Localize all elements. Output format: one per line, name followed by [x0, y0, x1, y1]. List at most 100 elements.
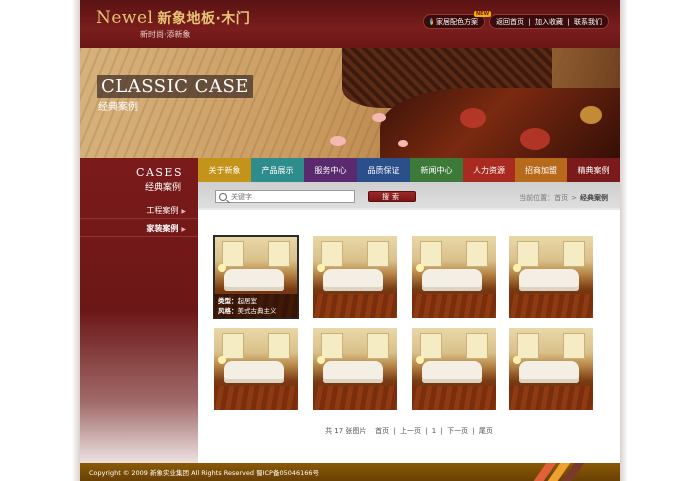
pager-last[interactable]: 尾页 [479, 427, 493, 435]
search-field [215, 190, 355, 203]
page-shadow-right [620, 0, 628, 481]
thumb-lamp [317, 264, 325, 272]
thumb-window [420, 241, 442, 267]
case-thumbnail[interactable] [412, 328, 496, 410]
banner-title: CLASSIC CASE [97, 75, 253, 98]
pager-prev[interactable]: 上一页 [400, 427, 421, 435]
thumb-floor [214, 386, 298, 410]
thumb-sofa [422, 361, 482, 383]
thumb-window [222, 241, 244, 267]
search-button[interactable]: 搜索 [368, 191, 416, 202]
page-shadow-left [72, 0, 80, 481]
case-style-value: 美式古典主义 [237, 307, 277, 315]
nav-item-products[interactable]: 产品展示 [251, 158, 304, 182]
sidebar-item-engineering-cases[interactable]: 工程案例 ▶ [146, 205, 186, 216]
palette-icon [430, 18, 433, 25]
banner-petal-decoration [330, 136, 346, 146]
thumb-lamp [416, 356, 424, 364]
link-separator: | [567, 17, 570, 26]
sidebar-title-en: CASES [136, 166, 183, 179]
logo-cn: 新象地板·木门 [157, 11, 251, 27]
arrow-right-icon: ▶ [181, 226, 186, 233]
main-nav: 关于新象 产品展示 服务中心 品质保证 新闻中心 人力资源 招商加盟 精典案例 [198, 158, 620, 182]
thumb-lamp [416, 264, 424, 272]
case-thumbnail[interactable] [313, 236, 397, 318]
nav-item-service[interactable]: 服务中心 [304, 158, 357, 182]
thumb-floor [509, 386, 593, 410]
nav-item-about[interactable]: 关于新象 [198, 158, 251, 182]
case-thumbnail[interactable] [412, 236, 496, 318]
thumb-sofa [422, 269, 482, 291]
home-link[interactable]: 返回首页 [496, 17, 524, 27]
thumb-window [268, 241, 290, 267]
thumb-lamp [513, 356, 521, 364]
search-icon [219, 192, 227, 201]
add-favorite-link[interactable]: 加入收藏 [535, 17, 563, 27]
thumb-sofa [519, 361, 579, 383]
nav-item-hr[interactable]: 人力资源 [463, 158, 515, 182]
pager-next[interactable]: 下一页 [447, 427, 468, 435]
thumb-lamp [218, 356, 226, 364]
pager-first[interactable]: 首页 [375, 427, 389, 435]
thumb-window [466, 333, 488, 359]
search-bar: 搜索 当前位置：首页>经典案例 [198, 182, 620, 210]
thumb-sofa [323, 361, 383, 383]
thumb-window [268, 333, 290, 359]
thumb-window [563, 241, 585, 267]
banner-subtitle: 经典案例 [98, 102, 138, 113]
thumb-window [420, 333, 442, 359]
nav-item-franchise[interactable]: 招商加盟 [515, 158, 567, 182]
banner-flower-decoration [460, 108, 486, 128]
site-logo[interactable]: Newel 新象地板·木门 [96, 8, 250, 28]
sidebar-item-home-decoration-cases[interactable]: 家装案例 ▶ [146, 223, 186, 234]
sidebar-item-label: 工程案例 [146, 206, 179, 215]
thumb-floor [509, 294, 593, 318]
pager-separator: | [425, 427, 428, 435]
nav-item-quality[interactable]: 品质保证 [357, 158, 410, 182]
thumb-window [517, 241, 539, 267]
breadcrumb-home-link[interactable]: 首页 [554, 194, 568, 202]
page-container: Newel 新象地板·木门 新时尚·添新象 家居配色方案 NEW 返回首页 | 加… [80, 0, 620, 481]
thumb-lamp [218, 264, 226, 272]
thumb-sofa [323, 269, 383, 291]
nav-item-news[interactable]: 新闻中心 [410, 158, 463, 182]
pager-separator: | [393, 427, 396, 435]
thumb-floor [412, 386, 496, 410]
banner-cloth-image [380, 88, 620, 158]
thumb-window [563, 333, 585, 359]
chevron-right-icon: > [571, 194, 577, 202]
case-type-value: 起居室 [237, 297, 258, 305]
thumb-sofa [224, 361, 284, 383]
arrow-right-icon: ▶ [181, 208, 186, 215]
case-thumbnail[interactable] [509, 236, 593, 318]
case-gallery: 类型：起居室 风格：美式古典主义 共 17 张图片 首页 | 上一页 | 1 |… [198, 212, 620, 463]
sidebar-title-cn: 经典案例 [144, 183, 181, 193]
case-thumbnail[interactable] [214, 328, 298, 410]
logo-en: Newel [96, 8, 154, 28]
breadcrumb-prefix: 当前位置： [519, 194, 555, 202]
case-thumbnail[interactable] [313, 328, 397, 410]
search-input[interactable] [231, 192, 341, 201]
breadcrumb: 当前位置：首页 > 经典案例 [519, 193, 608, 203]
case-thumbnail[interactable]: 类型：起居室 风格：美式古典主义 [213, 235, 299, 319]
thumb-window [367, 333, 389, 359]
site-header: Newel 新象地板·木门 新时尚·添新象 家居配色方案 NEW 返回首页 | 加… [80, 0, 620, 48]
thumb-lamp [513, 264, 521, 272]
thumb-sofa [224, 269, 284, 291]
link-separator: | [528, 17, 531, 26]
pager-total: 共 17 张图片 [325, 427, 367, 435]
color-scheme-label: 家居配色方案 [436, 17, 478, 26]
sidebar-divider [80, 236, 198, 237]
thumb-window [321, 241, 343, 267]
case-thumbnail[interactable] [509, 328, 593, 410]
thumb-floor [313, 294, 397, 318]
thumb-floor [313, 386, 397, 410]
nav-item-cases[interactable]: 精典案例 [567, 158, 620, 182]
pager-page[interactable]: 1 [432, 427, 436, 435]
thumb-lamp [317, 356, 325, 364]
thumb-window [517, 333, 539, 359]
sidebar-divider [80, 218, 198, 219]
contact-link[interactable]: 联系我们 [574, 17, 602, 27]
hero-banner: CLASSIC CASE 经典案例 [80, 48, 620, 158]
thumb-floor [412, 294, 496, 318]
